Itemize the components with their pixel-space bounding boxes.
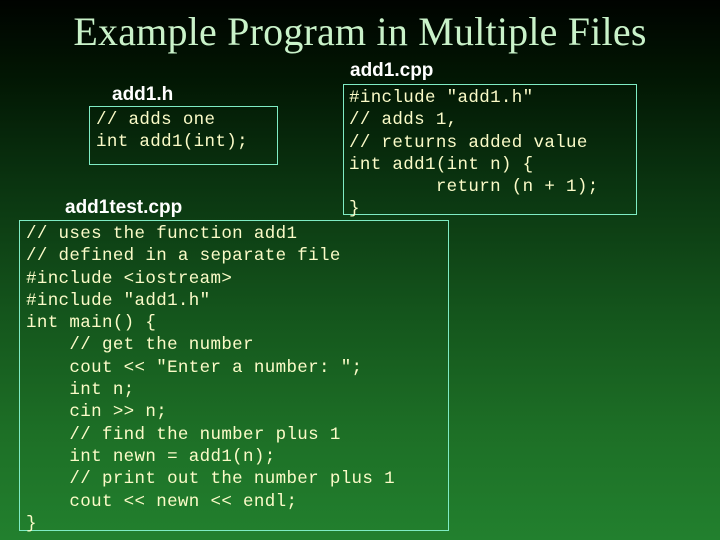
code-content-add1-cpp: #include "add1.h" // adds 1, // returns …	[349, 88, 599, 220]
code-box-add1-h: // adds one int add1(int);	[89, 106, 278, 165]
code-content-add1test-cpp: // uses the function add1 // defined in …	[26, 224, 395, 534]
page-title: Example Program in Multiple Files	[73, 9, 647, 54]
code-content-add1-h: // adds one int add1(int);	[96, 110, 248, 153]
slide-canvas: Example Program in Multiple Files add1.c…	[0, 0, 720, 540]
code-box-add1test-cpp: // uses the function add1 // defined in …	[19, 220, 449, 534]
file-label-add1-cpp: add1.cpp	[350, 60, 434, 81]
file-label-add1-h: add1.h	[112, 84, 174, 105]
file-label-add1test-cpp: add1test.cpp	[65, 197, 183, 218]
code-box-add1-cpp: #include "add1.h" // adds 1, // returns …	[343, 84, 637, 219]
